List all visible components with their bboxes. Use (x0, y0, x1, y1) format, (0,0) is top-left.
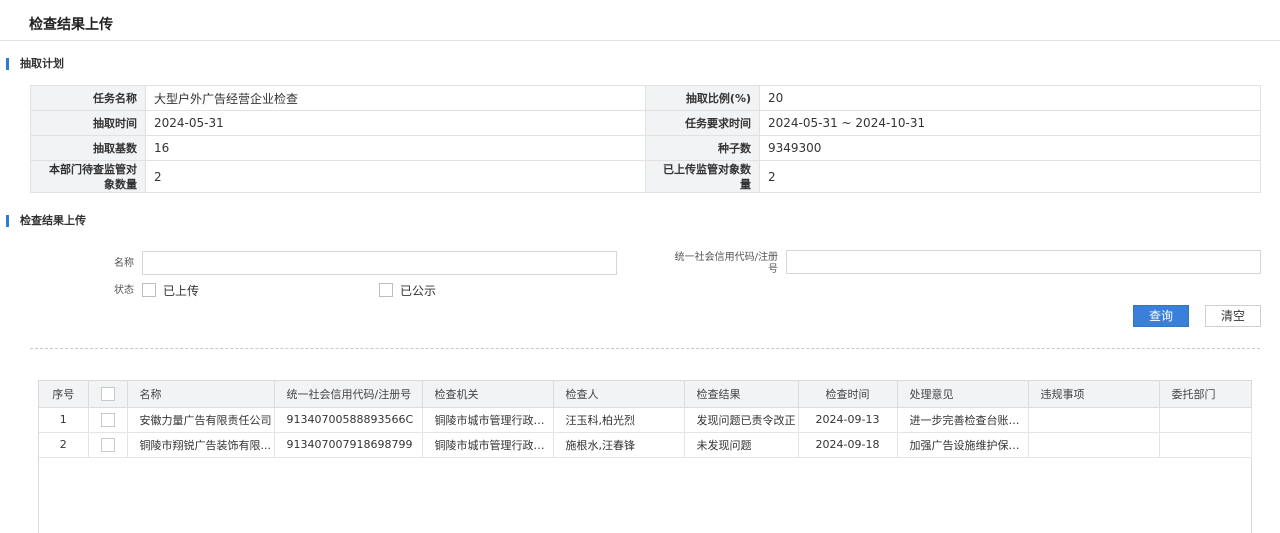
page-title: 检查结果上传 (29, 17, 113, 33)
row-index: 1 (39, 407, 89, 433)
col-header-opinion[interactable]: 处理意见 (897, 381, 1029, 408)
page-header: 检查结果上传 (0, 0, 1280, 41)
sample-base-label: 抽取基数 (30, 135, 146, 161)
published-checkbox-label: 已公示 (400, 283, 437, 298)
row-name: 铜陵市翔锐广告装饰有限... (127, 432, 275, 458)
clear-button[interactable]: 清空 (1205, 305, 1261, 327)
plan-info-table: 任务名称 大型户外广告经营企业检查 抽取比例(%) 20 抽取时间 2024-0… (30, 85, 1261, 193)
uploaded-count-value: 2 (759, 160, 1261, 193)
task-name-value: 大型户外广告经营企业检查 (145, 85, 646, 111)
pending-count-label: 本部门待查监管对象数量 (30, 160, 146, 193)
task-deadline-value: 2024-05-31 ~ 2024-10-31 (759, 110, 1261, 136)
plan-section-label: 抽取计划 (20, 57, 64, 70)
credit-code-label: 统一社会信用代码/注册号 (674, 252, 778, 275)
row-select[interactable] (88, 407, 128, 433)
task-deadline-label: 任务要求时间 (645, 110, 760, 136)
row-inspector: 汪玉科,柏光烈 (553, 407, 685, 433)
row-opinion: 进一步完善检查台账；... (897, 407, 1029, 433)
plan-row: 本部门待查监管对象数量 2 已上传监管对象数量 2 (30, 160, 1261, 193)
results-table: 序号 名称 统一社会信用代码/注册号 检查机关 检查人 检查结果 检查时间 处理… (39, 381, 1252, 458)
row-violation (1028, 407, 1160, 433)
plan-row: 抽取基数 16 种子数 9349300 (30, 135, 1261, 161)
status-uploaded-option[interactable]: 已上传 (142, 282, 199, 298)
sample-ratio-label: 抽取比例(%) (645, 85, 760, 111)
col-header-violation[interactable]: 违规事项 (1028, 381, 1160, 408)
col-header-name[interactable]: 名称 (127, 381, 275, 408)
col-header-department[interactable]: 委托部门 (1159, 381, 1252, 408)
row-department (1159, 432, 1252, 458)
grid-header-row: 序号 名称 统一社会信用代码/注册号 检查机关 检查人 检查结果 检查时间 处理… (39, 381, 1252, 408)
plan-row: 任务名称 大型户外广告经营企业检查 抽取比例(%) 20 (30, 85, 1261, 111)
row-result: 发现问题已责令改正 (684, 407, 799, 433)
credit-code-input[interactable] (786, 250, 1261, 274)
name-label: 名称 (114, 258, 134, 269)
col-header-authority[interactable]: 检查机关 (422, 381, 554, 408)
upload-section-title: 检查结果上传 (6, 214, 86, 228)
col-header-date[interactable]: 检查时间 (798, 381, 898, 408)
seed-value: 9349300 (759, 135, 1261, 161)
query-button[interactable]: 查询 (1133, 305, 1189, 327)
upload-section-label: 检查结果上传 (20, 214, 86, 227)
col-header-index: 序号 (39, 381, 89, 408)
task-name-label: 任务名称 (30, 85, 146, 111)
row-name: 安徽力量广告有限责任公司 (127, 407, 275, 433)
row-index: 2 (39, 432, 89, 458)
row-authority: 铜陵市城市管理行政执... (422, 407, 554, 433)
results-grid: 序号 名称 统一社会信用代码/注册号 检查机关 检查人 检查结果 检查时间 处理… (38, 380, 1252, 533)
section-marker (6, 215, 9, 227)
table-row[interactable]: 2 铜陵市翔锐广告装饰有限... 913407007918698799 铜陵市城… (39, 432, 1252, 458)
name-input[interactable] (142, 251, 617, 275)
col-header-result[interactable]: 检查结果 (684, 381, 799, 408)
sample-time-label: 抽取时间 (30, 110, 146, 136)
published-checkbox[interactable] (379, 283, 393, 297)
col-header-inspector[interactable]: 检查人 (553, 381, 685, 408)
uploaded-count-label: 已上传监管对象数量 (645, 160, 760, 193)
section-marker (6, 58, 9, 70)
col-header-select-all[interactable] (88, 381, 128, 408)
row-department (1159, 407, 1252, 433)
sample-ratio-value: 20 (759, 85, 1261, 111)
sample-base-value: 16 (145, 135, 646, 161)
pending-count-value: 2 (145, 160, 646, 193)
row-opinion: 加强广告设施维护保养... (897, 432, 1029, 458)
row-credit-code: 913407007918698799 (274, 432, 423, 458)
row-result: 未发现问题 (684, 432, 799, 458)
status-label: 状态 (114, 285, 134, 296)
row-authority: 铜陵市城市管理行政执... (422, 432, 554, 458)
uploaded-checkbox-label: 已上传 (163, 283, 200, 298)
sample-time-value: 2024-05-31 (145, 110, 646, 136)
row-date: 2024-09-13 (798, 407, 898, 433)
plan-section-title: 抽取计划 (6, 57, 64, 71)
status-published-option[interactable]: 已公示 (379, 282, 436, 298)
row-date: 2024-09-18 (798, 432, 898, 458)
row-checkbox[interactable] (100, 412, 115, 427)
row-checkbox[interactable] (100, 437, 115, 452)
plan-row: 抽取时间 2024-05-31 任务要求时间 2024-05-31 ~ 2024… (30, 110, 1261, 136)
select-all-checkbox[interactable] (100, 386, 115, 401)
row-select[interactable] (88, 432, 128, 458)
row-violation (1028, 432, 1160, 458)
row-inspector: 施根水,汪春锋 (553, 432, 685, 458)
uploaded-checkbox[interactable] (142, 283, 156, 297)
divider (30, 348, 1260, 349)
row-credit-code: 91340700588893566C (274, 407, 423, 433)
col-header-credit-code[interactable]: 统一社会信用代码/注册号 (274, 381, 423, 408)
seed-label: 种子数 (645, 135, 760, 161)
table-row[interactable]: 1 安徽力量广告有限责任公司 91340700588893566C 铜陵市城市管… (39, 407, 1252, 433)
